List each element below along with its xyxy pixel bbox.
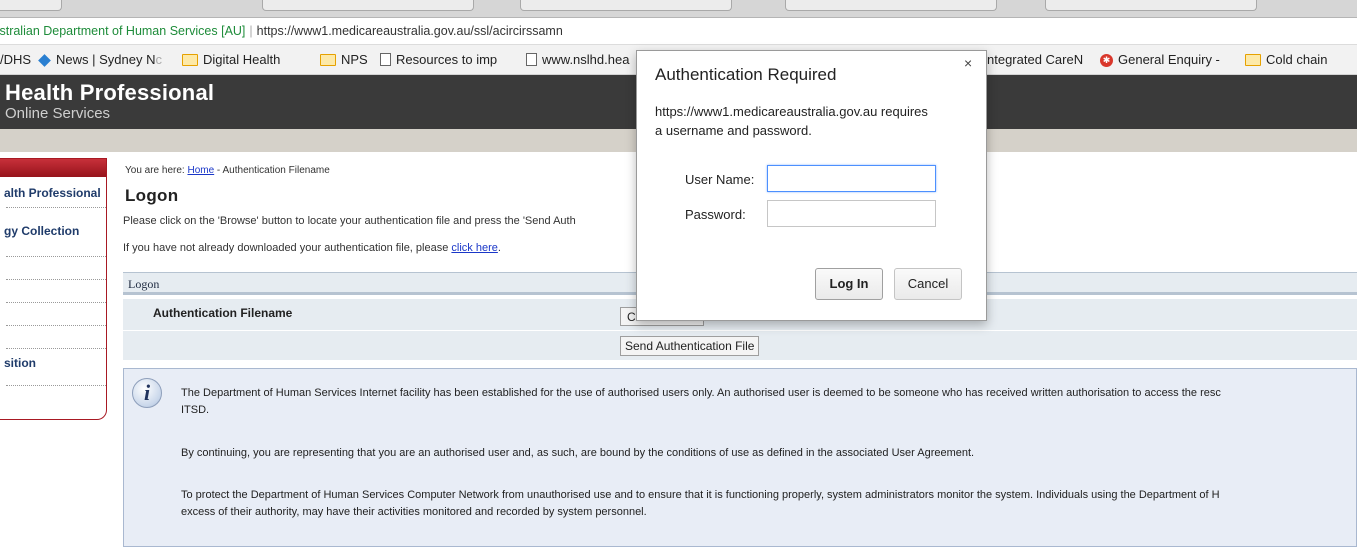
info-para3-line2: excess of their authority, may have thei… [181,506,647,518]
page-icon [380,53,391,67]
nav-item-collection[interactable]: gy Collection [4,224,110,238]
bookmark-label: Cold chain [1266,52,1328,67]
nav-divider [6,385,106,386]
site-title: Health Professional [5,80,215,105]
bookmark-cold-chain[interactable]: Cold chain [1245,45,1327,74]
breadcrumb-prefix: You are here: [125,165,188,176]
nav-divider [6,325,106,326]
address-separator: | [249,24,253,38]
bookmark-news[interactable]: News | Sydney Nc [36,45,162,74]
bookmark-nslhd[interactable]: www.nslhd.hea [526,45,629,74]
bookmark-label: Resources to imp [396,52,498,67]
info-icon: i [132,378,162,408]
bookmark-digital-health[interactable]: Digital Health [182,45,280,74]
breadcrumb-current: - Authentication Filename [214,165,330,176]
left-nav-accent [0,159,106,177]
nav-divider [6,207,106,208]
nav-divider [6,348,106,349]
nav-item-health-professional[interactable]: alth Professional [4,186,110,200]
folder-icon [182,53,198,66]
folder-icon [320,53,336,66]
site-identity: ıstralian Department of Human Services [… [0,24,246,38]
browser-tab[interactable] [262,0,474,11]
bookmark-label: Digital Health [203,52,281,67]
dialog-message: https://www1.medicareaustralia.gov.au re… [655,102,928,140]
site-subtitle: Online Services [5,105,111,122]
cancel-button[interactable]: Cancel [894,268,962,300]
download-text: If you have not already downloaded your … [123,242,501,254]
folder-icon [1245,53,1261,66]
info-para1-line1: The Department of Human Services Interne… [181,387,1221,399]
news-diamond-icon [38,54,51,67]
bookmark-general-enquiry[interactable]: ✱ General Enquiry - [1100,45,1220,74]
info-para2: By continuing, you are representing that… [181,447,975,459]
nav-divider [6,302,106,303]
breadcrumb-home-link[interactable]: Home [187,165,214,176]
username-input[interactable] [767,165,936,192]
username-label: User Name: [685,172,755,187]
browser-tab[interactable] [520,0,732,11]
page-icon [526,53,537,67]
bookmark-label-fade: c [155,52,162,67]
bookmark-label: News | Sydney N [56,52,156,67]
dialog-title: Authentication Required [655,65,837,84]
bookmark-label: www.nslhd.hea [542,52,630,67]
close-icon[interactable]: × [964,55,972,71]
password-label: Password: [685,207,746,222]
browser-tab[interactable] [1045,0,1257,11]
download-prefix: If you have not already downloaded your … [123,242,452,254]
bookmark-resources[interactable]: Resources to imp [380,45,497,74]
address-bar[interactable]: ıstralian Department of Human Services [… [0,18,1357,45]
auth-filename-label: Authentication Filename [153,306,293,320]
log-in-button[interactable]: Log In [815,268,883,300]
send-authentication-file-button[interactable]: Send Authentication File [620,336,760,356]
bookmark-dhs[interactable]: /DHS [0,45,31,74]
instruction-text: Please click on the 'Browse' button to l… [123,215,576,227]
info-para1-line2: ITSD. [181,404,210,416]
nav-divider [6,256,106,257]
bookmark-integrated-care[interactable]: ntegrated CareN [987,45,1083,74]
password-input[interactable] [767,200,936,227]
browser-tab[interactable] [785,0,997,11]
dialog-message-line1: https://www1.medicareaustralia.gov.au re… [655,104,928,119]
nav-item-acquisition[interactable]: sition [4,356,110,370]
url-text[interactable]: https://www1.medicareaustralia.gov.au/ss… [257,24,563,38]
click-here-link[interactable]: click here [451,242,497,254]
page-title: Logon [125,186,179,205]
bookmark-label: ntegrated CareN [987,52,1084,67]
tab-strip [0,0,1357,18]
dialog-message-line2: a username and password. [655,123,812,138]
bookmark-label: General Enquiry - [1118,52,1220,67]
info-para3-line1: To protect the Department of Human Servi… [181,489,1220,501]
bookmark-label: NPS [341,52,368,67]
bookmark-label: /DHS [0,52,32,67]
nav-divider [6,279,106,280]
bookmark-nps[interactable]: NPS [320,45,368,74]
breadcrumb: You are here: Home - Authentication File… [125,165,330,176]
left-nav: alth Professional gy Collection sition [0,158,107,420]
red-circle-icon: ✱ [1100,54,1113,68]
download-suffix: . [497,242,501,254]
browser-tab[interactable] [0,0,62,11]
